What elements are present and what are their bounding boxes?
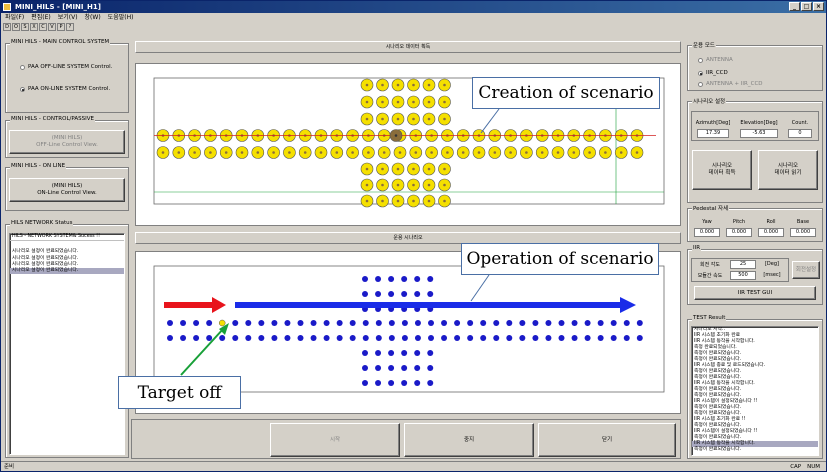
- yaw-label: Yaw: [702, 219, 712, 225]
- rotation-set-button[interactable]: 회전설정: [792, 261, 820, 279]
- rotation-angle-unit: [Deg]: [764, 261, 779, 267]
- mode-both-label: ANTENNA + IIR_CCD: [706, 81, 763, 87]
- roll-value[interactable]: 0.000: [758, 228, 784, 237]
- creation-callout-pointer: [480, 108, 500, 134]
- base-value[interactable]: 0.000: [790, 228, 816, 237]
- read-line1: 시나리오: [777, 163, 799, 170]
- module-speed-input[interactable]: 500: [730, 271, 756, 280]
- count-label: Count.: [791, 120, 809, 126]
- acquire-line1: 시나리오: [711, 163, 733, 170]
- mode-iir-ccd-label: IIR_CCD: [706, 70, 728, 76]
- mode-antenna-label: ANTENNA: [706, 57, 733, 63]
- azimuth-value[interactable]: 17.39: [697, 129, 729, 138]
- mode-antenna-radio[interactable]: ANTENNA: [698, 57, 733, 63]
- yaw-value[interactable]: 0.000: [694, 228, 720, 237]
- scenario-settings-group: 시나리오 설정 Azimuth[Deg] Elevation[Deg] Coun…: [687, 97, 823, 203]
- elevation-value[interactable]: -5.63: [740, 129, 778, 138]
- scenario-settings-title: 시나리오 설정: [692, 97, 727, 105]
- read-line2: 데이터 읽기: [774, 170, 802, 176]
- read-scenario-data-button[interactable]: 시나리오 데이터 읽기: [758, 150, 818, 190]
- mode-both-circle[interactable]: [698, 81, 703, 87]
- acquire-scenario-data-button[interactable]: 시나리오 데이터 획득: [692, 150, 752, 190]
- status-bar: 준비 CAP NUM: [1, 461, 826, 472]
- pitch-label: Pitch: [732, 219, 746, 225]
- test-result-title: TEST Result: [692, 315, 727, 321]
- acquire-line2: 데이터 획득: [708, 170, 736, 176]
- roll-label: Roll: [766, 219, 776, 225]
- mode-iir-ccd-radio[interactable]: IIR_CCD: [698, 70, 728, 76]
- module-speed-label: 모듈간 속도: [697, 273, 723, 279]
- rotation-angle-label: 회전 각도: [700, 262, 720, 268]
- mode-both-radio[interactable]: ANTENNA + IIR_CCD: [698, 81, 763, 87]
- test-result-log[interactable]: 시나리오 시작.. IIR 시스템 초기화 완료 IIR 시스템 동작을 시작합…: [691, 326, 819, 456]
- rotation-angle-input[interactable]: 25: [730, 260, 756, 269]
- operation-callout-pointer: [470, 274, 490, 302]
- iir-test-gui-button[interactable]: IIR TEST GUI: [694, 286, 816, 300]
- operation-mode-group: 운용 모드 ANTENNA IIR_CCD ANTENNA + IIR_CCD: [687, 41, 823, 91]
- elevation-label: Elevation[Deg]: [740, 120, 778, 126]
- mode-antenna-circle[interactable]: [698, 57, 703, 63]
- status-caps: CAP: [790, 464, 802, 470]
- iir-params-box: 회전 각도 25 [Deg] 모듈간 속도 500 [msec]: [691, 258, 789, 282]
- scenario-values-box: Azimuth[Deg] Elevation[Deg] Count. 17.39…: [691, 111, 819, 141]
- status-num: NUM: [807, 464, 820, 470]
- main-window: MINI_HILS - [MINI_H1] _ □ × 파일(F) 편집(E) …: [0, 0, 827, 472]
- pitch-value[interactable]: 0.000: [726, 228, 752, 237]
- target-off-arrow-shaft: [180, 327, 225, 376]
- test-result-group: TEST Result 시나리오 시작.. IIR 시스템 초기화 완료 IIR…: [687, 315, 823, 459]
- azimuth-label: Azimuth[Deg]: [695, 120, 731, 126]
- pedestal-attitude-group: Pedestal 자세 Yaw Pitch Roll Base 0.000 0.…: [687, 204, 823, 242]
- count-value[interactable]: 0: [788, 129, 812, 138]
- module-speed-unit: [msec]: [763, 272, 781, 278]
- mode-iir-ccd-circle[interactable]: [698, 70, 703, 76]
- pedestal-attitude-title: Pedestal 자세: [692, 204, 730, 212]
- base-label: Base: [796, 219, 810, 225]
- status-ready: 준비: [4, 464, 15, 470]
- operation-mode-title: 운용 모드: [692, 41, 716, 49]
- test-log-line: 측정이 완료되었습니다.: [694, 447, 742, 452]
- iir-group: IIR 회전 각도 25 [Deg] 모듈간 속도 500 [msec] 회전설…: [687, 245, 823, 305]
- iir-title: IIR: [692, 245, 702, 251]
